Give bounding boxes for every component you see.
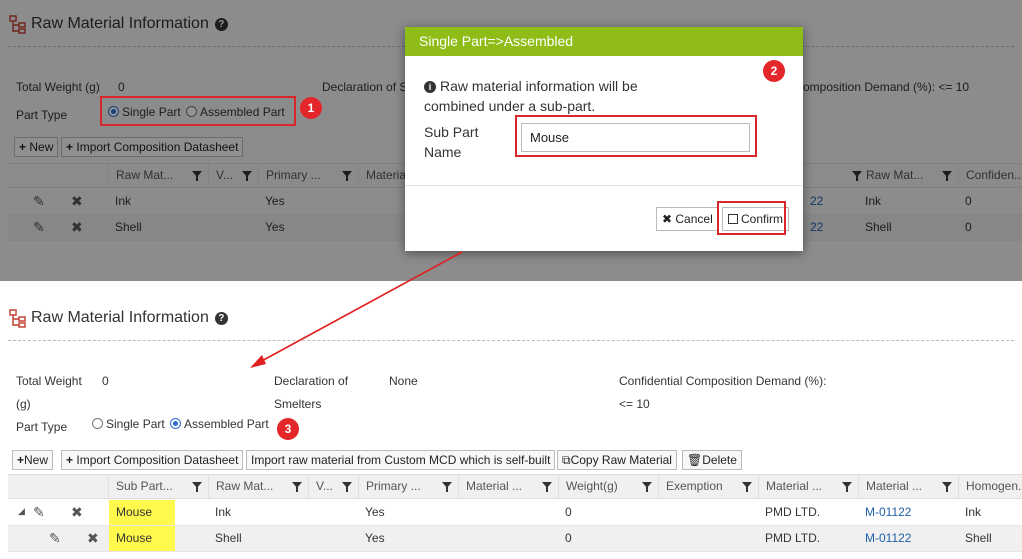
annotation-arrow [250,251,463,368]
arrow-head [250,355,266,368]
arrow-line [257,251,463,364]
